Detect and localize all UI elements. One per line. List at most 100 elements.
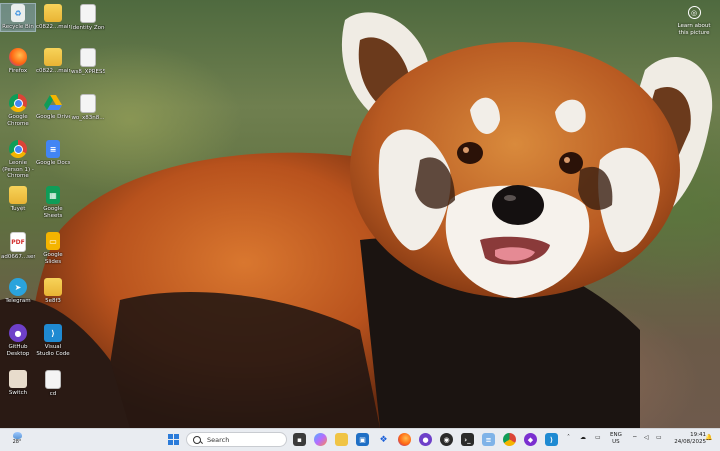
store-icon: ▣ bbox=[359, 435, 366, 444]
show-hidden-icons-button[interactable]: ˄ bbox=[567, 434, 570, 441]
windows-icon bbox=[168, 434, 179, 445]
language-code: ENG bbox=[610, 432, 622, 438]
desktop-icon-label: c0822...main bbox=[36, 68, 70, 74]
task-view-icon: ▪ bbox=[297, 435, 302, 444]
clock-date: 24/08/2025 bbox=[674, 439, 706, 445]
desktop-icon-vscode[interactable]: ⟩ Visual Studio Code bbox=[36, 324, 70, 357]
desktop-icon-switch[interactable]: Switch bbox=[1, 370, 35, 397]
file-icon bbox=[45, 370, 61, 389]
desktop-icon-firefox[interactable]: Firefox bbox=[1, 48, 35, 75]
cursor-icon: ◆ bbox=[527, 435, 534, 444]
file-explorer-button[interactable] bbox=[335, 433, 348, 446]
desktop-icon-label: Google Chrome bbox=[7, 114, 29, 127]
battery-icon[interactable]: ▭ bbox=[656, 434, 662, 441]
desktop-icon-recycle-bin[interactable]: ♻ Recycle Bin bbox=[0, 3, 36, 32]
desktop-icon-label: ws8_XPRESS8... bbox=[71, 69, 105, 75]
clock-time: 19:41 bbox=[690, 432, 706, 438]
speaker-icon[interactable]: ◁ bbox=[644, 434, 649, 441]
search-icon bbox=[193, 435, 201, 444]
camera-icon: ◎ bbox=[687, 6, 701, 19]
desktop-icon-label: Recycle Bin bbox=[2, 24, 34, 30]
desktop-icon-label: Switch bbox=[8, 390, 28, 396]
google-docs-icon: ≡ bbox=[46, 140, 60, 158]
dropbox-button[interactable]: ❖ bbox=[377, 433, 390, 446]
desktop-icon-google-slides[interactable]: ▭ Google Slides bbox=[36, 232, 70, 265]
file-icon bbox=[80, 4, 96, 23]
desktop-icon-telegram[interactable]: ➤ Telegram bbox=[1, 278, 35, 305]
desktop-icon-label: c0822...main bbox=[36, 24, 70, 30]
desktop-icon-google-chrome[interactable]: Google Chrome bbox=[1, 94, 35, 127]
weather-widget[interactable]: 28° bbox=[6, 431, 28, 449]
obs-button[interactable]: ◉ bbox=[440, 433, 453, 446]
desktop-icon-github-desktop[interactable]: ● GitHub Desktop bbox=[1, 324, 35, 357]
red-panda-photo bbox=[0, 12, 713, 428]
weather-icon bbox=[12, 432, 22, 439]
learn-about-label: Learn about this picture bbox=[677, 23, 711, 36]
desktop-icon-folder-5e8f3[interactable]: 5e8f3 bbox=[36, 278, 70, 305]
desktop-icon-file-ws8[interactable]: ws8_XPRESS8... bbox=[71, 48, 105, 76]
microsoft-store-button[interactable]: ▣ bbox=[356, 433, 369, 446]
telegram-icon: ➤ bbox=[9, 278, 27, 296]
notification-bell-icon[interactable]: 🔔 bbox=[705, 434, 712, 441]
chrome-taskbar-button[interactable] bbox=[503, 433, 516, 446]
folder-icon bbox=[9, 186, 27, 204]
desktop-icon-label: GitHub Desktop bbox=[6, 344, 30, 357]
github-icon: ● bbox=[422, 435, 429, 444]
desktop-icon-pdf[interactable]: PDF ad0667...send... bbox=[1, 232, 35, 261]
notepad-icon: ≡ bbox=[485, 435, 492, 444]
language-indicator[interactable]: ENG US bbox=[610, 432, 622, 446]
cursor-button[interactable]: ◆ bbox=[524, 433, 537, 446]
recycle-bin-icon: ♻ bbox=[11, 4, 25, 22]
desktop-icon-chrome-profile[interactable]: Leonie (Person 1) - Chrome bbox=[1, 140, 35, 180]
desktop-icon-google-docs[interactable]: ≡ Google Docs bbox=[36, 140, 70, 167]
task-view-button[interactable]: ▪ bbox=[293, 433, 306, 446]
vscode-icon: ⟩ bbox=[44, 324, 62, 342]
obs-icon: ◉ bbox=[443, 435, 450, 444]
display-tray-icon[interactable]: ▭ bbox=[595, 434, 601, 441]
desktop-icon-file-wo[interactable]: wo_x83n8... bbox=[71, 94, 105, 122]
onedrive-tray-icon[interactable]: ☁ bbox=[580, 434, 586, 441]
pdf-file-icon: PDF bbox=[10, 232, 26, 252]
desktop-icon-label: Google Sheets bbox=[43, 206, 63, 219]
desktop-icon-file-identity-zone[interactable]: Identity Zone bbox=[71, 4, 105, 32]
github-desktop-taskbar-button[interactable]: ● bbox=[419, 433, 432, 446]
desktop-icon-folder-tuyet[interactable]: Tuyệt bbox=[1, 186, 35, 213]
folder-icon bbox=[44, 278, 62, 296]
desktop-wallpaper bbox=[0, 0, 720, 428]
switch-icon bbox=[9, 370, 27, 388]
firefox-icon bbox=[9, 48, 27, 66]
vscode-taskbar-button[interactable]: ⟩ bbox=[545, 433, 558, 446]
chevron-up-icon: ˄ bbox=[567, 434, 570, 441]
chrome-icon bbox=[9, 140, 27, 158]
desktop-icon-google-drive[interactable]: Google Drive bbox=[36, 94, 70, 121]
desktop-icon-google-sheets[interactable]: ▦ Google Sheets bbox=[36, 186, 70, 219]
weather-temp: 28° bbox=[12, 439, 22, 445]
desktop-icon-label: Google Docs bbox=[36, 160, 70, 166]
desktop-icon-label: Tuyệt bbox=[10, 206, 26, 212]
github-icon: ● bbox=[9, 324, 27, 342]
desktop-icon-folder-c0822-2[interactable]: c0822...main bbox=[36, 48, 70, 75]
desktop-icon-folder-c0822-1[interactable]: c0822...main bbox=[36, 4, 70, 31]
desktop-icon-label: Firefox bbox=[8, 68, 28, 74]
desktop-icon-label: cd bbox=[49, 391, 57, 397]
desktop-icon-label: 5e8f3 bbox=[45, 298, 61, 304]
start-button[interactable] bbox=[167, 433, 180, 446]
desktop-icon-file-cd[interactable]: cd bbox=[36, 370, 70, 398]
google-slides-icon: ▭ bbox=[46, 232, 60, 250]
clock[interactable]: 19:41 24/08/2025 bbox=[674, 432, 706, 446]
google-drive-icon bbox=[44, 94, 62, 112]
copilot-button[interactable] bbox=[314, 433, 327, 446]
wifi-icon[interactable]: ⌔ bbox=[632, 434, 638, 442]
file-icon bbox=[80, 94, 96, 113]
dropbox-icon: ❖ bbox=[379, 434, 388, 445]
taskbar-search[interactable]: Search bbox=[186, 432, 287, 447]
folder-icon bbox=[44, 4, 62, 22]
taskbar: 28° Search ▪ ▣ ❖ ● ◉ ›_ ≡ ◆ ⟩ ˄ ☁ ▭ ENG … bbox=[0, 428, 720, 451]
notepad-button[interactable]: ≡ bbox=[482, 433, 495, 446]
chrome-icon bbox=[9, 94, 27, 112]
learn-about-picture[interactable]: ◎ Learn about this picture bbox=[676, 6, 712, 36]
desktop-icon-label: Telegram bbox=[5, 298, 31, 304]
firefox-taskbar-button[interactable] bbox=[398, 433, 411, 446]
terminal-button[interactable]: ›_ bbox=[461, 433, 474, 446]
desktop-icon-label: Google Drive bbox=[36, 114, 70, 120]
